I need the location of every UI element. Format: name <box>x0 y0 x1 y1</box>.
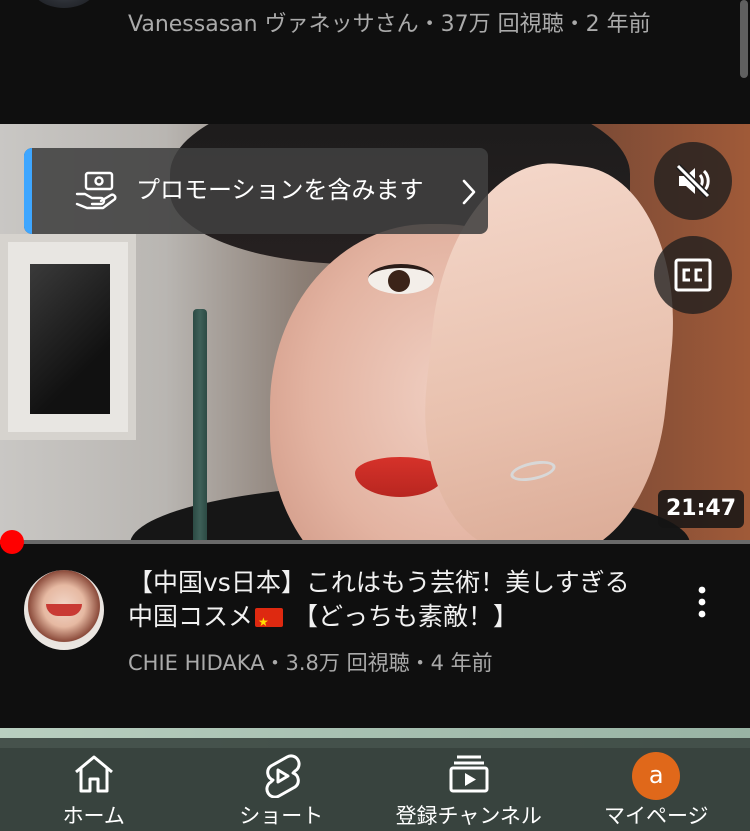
nav-item-subscriptions[interactable]: 登録チャンネル <box>375 738 563 831</box>
closed-captions-icon <box>674 258 712 292</box>
nav-item-my-page[interactable]: a マイページ <box>563 738 750 831</box>
nav-item-home[interactable]: ホーム <box>0 738 188 831</box>
promo-accent-bar <box>24 148 32 234</box>
nav-label-subscriptions: 登録チャンネル <box>395 804 542 828</box>
previous-video-meta: Vanessasan ヴァネッサさん・37万 回視聴・2 年前 <box>128 12 651 37</box>
video-meta: CHIE HIDAKA・3.8万 回視聴・4 年前 <box>128 651 493 675</box>
progress-scrubber[interactable] <box>0 530 24 554</box>
nav-label-shorts: ショート <box>239 804 324 828</box>
paid-promotion-banner[interactable]: プロモーションを含みます <box>24 148 488 234</box>
hand-coins-icon <box>74 170 118 210</box>
progress-track[interactable] <box>0 540 750 544</box>
chevron-right-icon <box>460 178 478 206</box>
thumbnail-earring <box>193 309 207 544</box>
captions-button[interactable] <box>654 236 732 314</box>
channel-avatar[interactable] <box>24 570 104 650</box>
subscriptions-icon <box>447 754 491 798</box>
mute-button[interactable] <box>654 142 732 220</box>
previous-channel-avatar[interactable] <box>30 0 98 8</box>
nav-item-shorts[interactable]: ショート <box>188 738 376 831</box>
video-title-suffix: 【どっちも素敵！】 <box>285 602 518 631</box>
background-picture-frame <box>0 234 136 440</box>
china-flag-icon <box>255 605 284 639</box>
more-options-button[interactable] <box>686 582 718 622</box>
shorts-icon <box>261 754 301 802</box>
account-avatar: a <box>632 752 681 800</box>
nav-label-home: ホーム <box>62 804 125 828</box>
promo-label: プロモーションを含みます <box>136 176 424 204</box>
youtube-feed: Vanessasan ヴァネッサさん・37万 回視聴・2 年前 プロモーションを… <box>0 0 750 831</box>
thumbnail-eye <box>368 264 434 294</box>
home-icon <box>72 754 116 798</box>
video-thumbnail[interactable]: プロモーションを含みます 21:47 <box>0 124 750 544</box>
scrollbar[interactable] <box>740 0 748 78</box>
video-title[interactable]: 【中国vs日本】これはもう芸術！美しすぎる中国コスメ 【どっちも素敵！】 <box>128 566 648 639</box>
more-vertical-icon <box>698 586 706 618</box>
nav-label-my-page: マイページ <box>603 804 709 828</box>
volume-muted-icon <box>675 163 711 199</box>
bottom-navigation: ホーム ショート 登録チャンネル a マイページ <box>0 738 750 831</box>
video-duration-badge: 21:47 <box>658 490 745 528</box>
